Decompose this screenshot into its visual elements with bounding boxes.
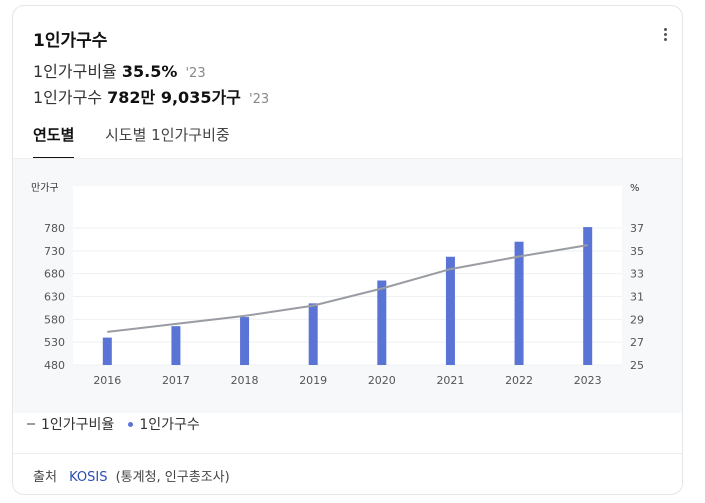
y-right-tick-label: 27 <box>630 336 644 349</box>
legend-ratio-label: 1인가구비율 <box>41 417 115 433</box>
y-left-tick-label: 580 <box>44 313 65 326</box>
bar-household-count <box>514 241 524 365</box>
tab-by-region[interactable]: 시도별 1인가구비중 <box>105 124 230 157</box>
x-tick-label: 2016 <box>93 374 121 387</box>
y-left-tick-label: 480 <box>44 359 65 372</box>
source-footer: 출처 KOSIS (통계청, 인구총조사) <box>13 453 682 494</box>
bar-household-count <box>583 227 593 365</box>
bar-household-count <box>377 280 387 365</box>
legend-bar-swatch <box>128 421 134 427</box>
chart-legend: 1인가구비율 1인가구수 <box>27 414 200 434</box>
legend-item-count[interactable]: 1인가구수 <box>128 414 200 434</box>
stat-ratio-year: '23 <box>185 66 206 81</box>
y-left-tick-label: 780 <box>44 222 65 235</box>
bar-household-count <box>240 317 250 365</box>
stat-ratio-value: 35.5% <box>121 62 178 81</box>
y-right-tick-label: 35 <box>630 245 644 258</box>
x-tick-label: 2022 <box>505 374 533 387</box>
bar-household-count <box>171 326 181 365</box>
household-chart: 480 530 580 630 680 730 780 25 27 29 31 33 35 37 만가구 % 2… <box>31 182 644 387</box>
stat-count-value: 782만 9,035가구 <box>107 88 241 107</box>
y-left-tick-label: 730 <box>44 245 65 258</box>
y-right-tick-label: 37 <box>630 222 644 235</box>
source-line: 출처 KOSIS (통계청, 인구총조사) <box>33 466 230 485</box>
stat-count-label: 1인가구수 <box>33 88 103 107</box>
stat-count: 1인가구수 782만 9,035가구 '23 <box>33 84 269 108</box>
y-left-tick-label: 630 <box>44 291 65 304</box>
x-tick-label: 2020 <box>368 374 396 387</box>
legend-count-label: 1인가구수 <box>139 417 200 433</box>
y-left-axis-title: 만가구 <box>31 182 59 194</box>
y-right-tick-label: 29 <box>630 313 644 326</box>
stat-count-year: '23 <box>249 92 270 107</box>
y-right-tick-label: 25 <box>630 359 644 372</box>
source-link[interactable]: KOSIS <box>69 470 107 485</box>
x-tick-label: 2018 <box>231 374 259 387</box>
y-right-tick-label: 33 <box>630 268 644 281</box>
x-tick-label: 2019 <box>299 374 327 387</box>
legend-item-ratio[interactable]: 1인가구비율 <box>27 414 114 434</box>
y-left-tick-label: 530 <box>44 336 65 349</box>
x-tick-label: 2021 <box>436 374 464 387</box>
more-options-icon[interactable] <box>662 28 668 44</box>
y-left-tick-label: 680 <box>44 268 65 281</box>
chart-area: 480 530 580 630 680 730 780 25 27 29 31 33 35 37 만가구% 2… <box>13 158 682 413</box>
plot-background <box>73 186 622 365</box>
tab-bar: 연도별 시도별 1인가구비중 <box>13 116 682 160</box>
y-right-axis-title: % <box>630 183 640 194</box>
source-label: 출처 <box>33 470 57 485</box>
bar-household-count <box>445 256 455 365</box>
y-right-tick-label: 31 <box>630 291 644 304</box>
x-tick-label: 2017 <box>162 374 190 387</box>
source-note: (통계청, 인구총조사) <box>115 470 230 485</box>
stat-ratio: 1인가구비율 35.5% '23 <box>33 58 206 82</box>
x-tick-label: 2023 <box>574 374 602 387</box>
legend-line-swatch <box>27 423 35 425</box>
household-card: 1인가구수 1인가구비율 35.5% '23 1인가구수 782만 9,035가… <box>12 5 683 495</box>
card-title: 1인가구수 <box>33 31 108 51</box>
stat-ratio-label: 1인가구비율 <box>33 62 117 81</box>
bar-household-count <box>308 303 318 365</box>
bar-household-count <box>102 337 112 365</box>
tab-by-year[interactable]: 연도별 <box>33 124 75 159</box>
